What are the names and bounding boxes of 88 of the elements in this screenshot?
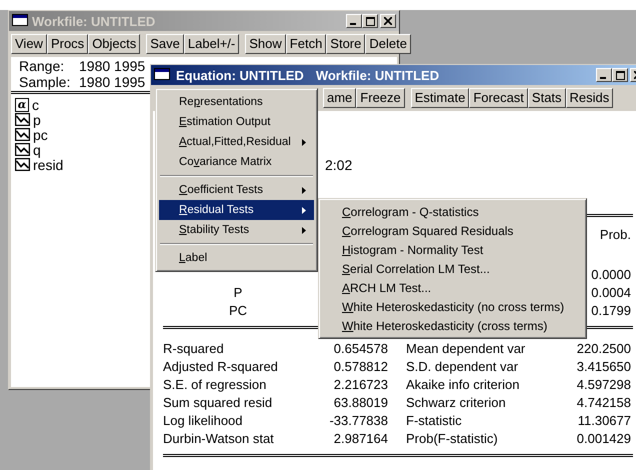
- maximize-button[interactable]: [362, 14, 378, 28]
- stat-value: 2.987164: [332, 430, 388, 448]
- menu-item[interactable]: Stability Tests: [159, 220, 314, 240]
- menu-item[interactable]: Representations: [159, 92, 314, 112]
- menu-item[interactable]: White Heteroskedasticity (no cross terms): [322, 297, 583, 316]
- stat-label: F-statistic: [406, 412, 463, 430]
- close-icon: [384, 17, 392, 25]
- coefficient-icon: α: [15, 98, 29, 112]
- stat-label: Adjusted R-squared: [163, 358, 279, 376]
- stat-value: 3.415650: [576, 358, 631, 376]
- stat-value: 4.742158: [576, 394, 631, 412]
- menu-item[interactable]: Covariance Matrix: [159, 152, 314, 172]
- stat-value: 0.654578: [332, 340, 388, 358]
- toolbar-button[interactable]: Forecast: [469, 88, 528, 108]
- toolbar-button[interactable]: Procs: [46, 34, 88, 54]
- range-label: Range:: [19, 58, 66, 74]
- menu-item[interactable]: Actual,Fitted,Residual: [159, 132, 314, 152]
- toolbar-button[interactable]: Delete: [365, 34, 411, 54]
- sample-value: 1980 1995: [79, 74, 146, 90]
- minimize-button[interactable]: [596, 68, 612, 82]
- workfile-name: Workfile: UNTITLED: [316, 68, 440, 82]
- window-icon: [12, 14, 28, 26]
- series-icon: [15, 128, 30, 141]
- menu-item[interactable]: Correlogram - Q-statistics: [322, 202, 583, 221]
- menu-item[interactable]: Histogram - Normality Test: [322, 240, 583, 259]
- window-icon: [154, 68, 170, 80]
- menu-item[interactable]: Label: [159, 248, 314, 268]
- stat-label: Durbin-Watson stat: [163, 430, 275, 448]
- toolbar-button[interactable]: Resids: [566, 88, 614, 108]
- menu-item[interactable]: Serial Correlation LM Test...: [322, 259, 583, 278]
- minimize-button[interactable]: [346, 14, 362, 28]
- prob-value: 0.0000: [591, 266, 632, 284]
- toolbar-button[interactable]: Fetch: [286, 34, 326, 54]
- menu-item[interactable]: White Heteroskedasticity (cross terms): [322, 316, 583, 335]
- variable-name: P: [232, 284, 244, 302]
- close-button[interactable]: [380, 14, 396, 28]
- object-name[interactable]: pc: [33, 127, 48, 142]
- stat-label: R-squared: [163, 340, 225, 358]
- stat-value: 63.88019: [332, 394, 388, 412]
- menu-item[interactable]: Estimation Output: [159, 112, 314, 132]
- menu-item[interactable]: ARCH LM Test...: [322, 278, 583, 297]
- stat-label: Schwarz criterion: [406, 394, 507, 412]
- stat-value: 220.2500: [576, 340, 631, 358]
- sample-label: Sample:: [19, 74, 71, 90]
- object-name[interactable]: p: [33, 112, 41, 127]
- series-icon: [15, 143, 30, 156]
- toolbar-button[interactable]: Objects: [88, 34, 140, 54]
- prob-value: 0.1799: [591, 302, 632, 320]
- stat-label: Akaike info criterion: [406, 376, 520, 394]
- stat-label: Sum squared resid: [163, 394, 274, 412]
- stat-value: 4.597298: [576, 376, 631, 394]
- toolbar-button[interactable]: Label+/-: [184, 34, 240, 54]
- stat-value: 11.30677: [576, 412, 631, 430]
- toolbar-button[interactable]: Freeze: [356, 88, 405, 108]
- menu-item[interactable]: Correlogram Squared Residuals: [322, 221, 583, 240]
- stat-label: Log likelihood: [163, 412, 244, 430]
- time-text: 2:02: [325, 157, 352, 173]
- stat-value: 0.001429: [576, 430, 631, 448]
- window-title: Equation: UNTITLED: [176, 68, 304, 82]
- maximize-button[interactable]: [612, 68, 628, 82]
- maximize-icon: [616, 70, 624, 80]
- column-header: Prob.: [600, 226, 631, 244]
- range-value: 1980 1995: [79, 58, 146, 74]
- toolbar-button[interactable]: Save: [146, 34, 184, 54]
- stat-value: 2.216723: [332, 376, 388, 394]
- maximize-icon: [366, 16, 374, 26]
- menu-item[interactable]: Coefficient Tests: [159, 180, 314, 200]
- stat-label: S.D. dependent var: [406, 358, 520, 376]
- series-icon: [15, 158, 30, 171]
- variable-name: PC: [228, 302, 248, 320]
- object-name[interactable]: c: [32, 97, 39, 112]
- object-name[interactable]: q: [33, 142, 41, 157]
- series-icon: [15, 113, 30, 126]
- menu-item[interactable]: Residual Tests: [159, 200, 314, 220]
- toolbar-button[interactable]: ame: [323, 88, 356, 108]
- stat-value: -33.77838: [328, 412, 388, 430]
- toolbar-button[interactable]: View: [11, 34, 47, 54]
- stat-label: Mean dependent var: [406, 340, 526, 358]
- stat-label: S.E. of regression: [163, 376, 268, 394]
- toolbar-button[interactable]: Stats: [528, 88, 566, 108]
- toolbar-button[interactable]: Show: [245, 34, 286, 54]
- toolbar-button[interactable]: Store: [326, 34, 366, 54]
- stat-label: Prob(F-statistic): [406, 430, 499, 448]
- toolbar-button[interactable]: Estimate: [410, 88, 470, 108]
- prob-value: 0.0004: [591, 284, 632, 302]
- window-title: Workfile: UNTITLED: [32, 14, 156, 28]
- stat-value: 0.578812: [332, 358, 388, 376]
- object-name[interactable]: resid: [33, 157, 64, 172]
